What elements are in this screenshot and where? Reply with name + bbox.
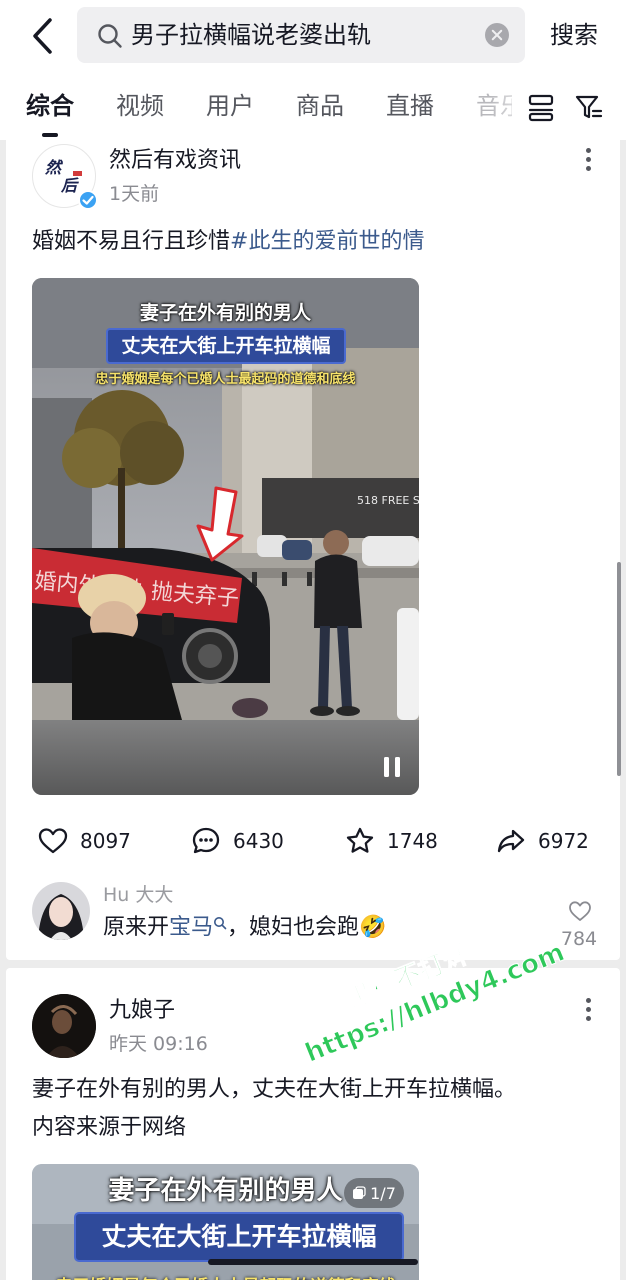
image-count-badge: 1/7	[344, 1178, 404, 1208]
star-icon	[346, 827, 374, 853]
post-caption-line: 内容来源于网络	[32, 1115, 187, 1140]
heart-icon	[38, 828, 68, 854]
svg-text:然: 然	[44, 158, 64, 177]
author-photo	[32, 994, 96, 1058]
small-search-icon[interactable]	[213, 916, 227, 930]
post-card[interactable]: 然 后 然后有戏资讯 1天前 婚姻不易且行且珍惜#此生的爱前世的情 518 FR…	[6, 140, 620, 960]
image-caption-subtitle: 忠于婚姻是每个已婚人士最起码的道德和底线	[32, 1272, 419, 1280]
favorite-count: 1748	[387, 829, 438, 853]
commenter-photo	[32, 882, 90, 940]
post-card[interactable]: 九娘子 昨天 09:16 妻子在外有别的男人，丈夫在大街上开车拉横幅。 内容来源…	[6, 968, 620, 1280]
filter-icon[interactable]	[575, 93, 603, 121]
home-indicator[interactable]	[208, 1259, 418, 1265]
verified-badge-icon	[78, 190, 98, 210]
comment-count: 6430	[233, 829, 284, 853]
laughing-emoji-icon: 🤣	[359, 915, 387, 940]
share-arrow-icon	[497, 829, 525, 853]
like-count: 8097	[80, 829, 131, 853]
comment-icon	[192, 827, 220, 854]
author-name[interactable]: 然后有戏资讯	[109, 146, 241, 176]
hashtag-link[interactable]: #此生的爱前世的情	[230, 229, 424, 254]
storefront-sign: 518 FREE ST	[357, 494, 419, 507]
video-player[interactable]: 518 FREE ST 婚内外出轨 抛夫弃子	[32, 278, 419, 795]
author-name[interactable]: 九娘子	[109, 996, 175, 1026]
like-button[interactable]: 8097	[38, 824, 131, 858]
post-time: 1天前	[109, 183, 160, 205]
comment-heart-icon[interactable]	[568, 900, 592, 922]
tab-general[interactable]: 综合	[26, 88, 74, 124]
gallery-icon	[353, 1186, 366, 1199]
clear-search-icon[interactable]	[485, 23, 509, 47]
tab-users[interactable]: 用户	[206, 88, 254, 124]
video-caption-subtitle: 忠于婚姻是每个已婚人士最起码的道德和底线	[95, 372, 356, 387]
image-counter: 1/7	[370, 1183, 396, 1203]
comment-button[interactable]: 6430	[191, 824, 284, 858]
search-header: 男子拉横幅说老婆出轨 搜索	[0, 0, 626, 78]
share-button[interactable]: 6972	[496, 824, 589, 858]
back-arrow-icon[interactable]	[26, 16, 60, 56]
layout-toggle-icon[interactable]	[528, 94, 554, 122]
tab-products[interactable]: 商品	[296, 88, 344, 124]
search-category-tabs: 综合 视频 用户 商品 直播 音乐	[0, 78, 626, 140]
share-count: 6972	[538, 829, 589, 853]
image-caption-banner: 丈夫在大街上开车拉横幅	[74, 1212, 404, 1262]
pause-icon[interactable]	[382, 756, 402, 778]
post-time: 昨天 09:16	[109, 1033, 208, 1055]
search-input[interactable]: 男子拉横幅说老婆出轨	[77, 7, 525, 63]
video-caption-banner: 丈夫在大街上开车拉横幅	[106, 328, 346, 364]
favorite-button[interactable]: 1748	[345, 824, 438, 858]
more-options-icon[interactable]	[584, 148, 592, 174]
comment-like-count: 784	[560, 928, 598, 950]
search-query-text: 男子拉横幅说老婆出轨	[131, 21, 371, 49]
scrollbar[interactable]	[617, 562, 621, 776]
search-icon	[98, 24, 122, 48]
comment-search-link[interactable]: 宝马	[169, 915, 213, 940]
video-caption-title: 妻子在外有别的男人	[139, 302, 311, 324]
tab-live[interactable]: 直播	[386, 88, 434, 124]
active-tab-indicator	[42, 133, 58, 137]
author-avatar[interactable]	[32, 994, 96, 1058]
post-caption-text: 婚姻不易且行且珍惜	[32, 229, 231, 254]
comment-text-part: 原来开	[103, 915, 170, 940]
more-options-icon[interactable]	[584, 998, 592, 1024]
comment-text-part: ，媳妇也会跑	[227, 915, 360, 940]
post-caption-line: 妻子在外有别的男人，丈夫在大街上开车拉横幅。	[32, 1077, 517, 1102]
comment-text: 原来开宝马 ，媳妇也会跑🤣	[103, 912, 386, 944]
search-submit-button[interactable]: 搜索	[550, 18, 598, 52]
tab-video[interactable]: 视频	[116, 88, 164, 124]
svg-text:后: 后	[60, 176, 79, 195]
commenter-name[interactable]: Hu 大大	[103, 882, 173, 908]
post-caption: 婚姻不易且行且珍惜#此生的爱前世的情	[32, 224, 424, 260]
commenter-avatar[interactable]	[32, 882, 90, 940]
